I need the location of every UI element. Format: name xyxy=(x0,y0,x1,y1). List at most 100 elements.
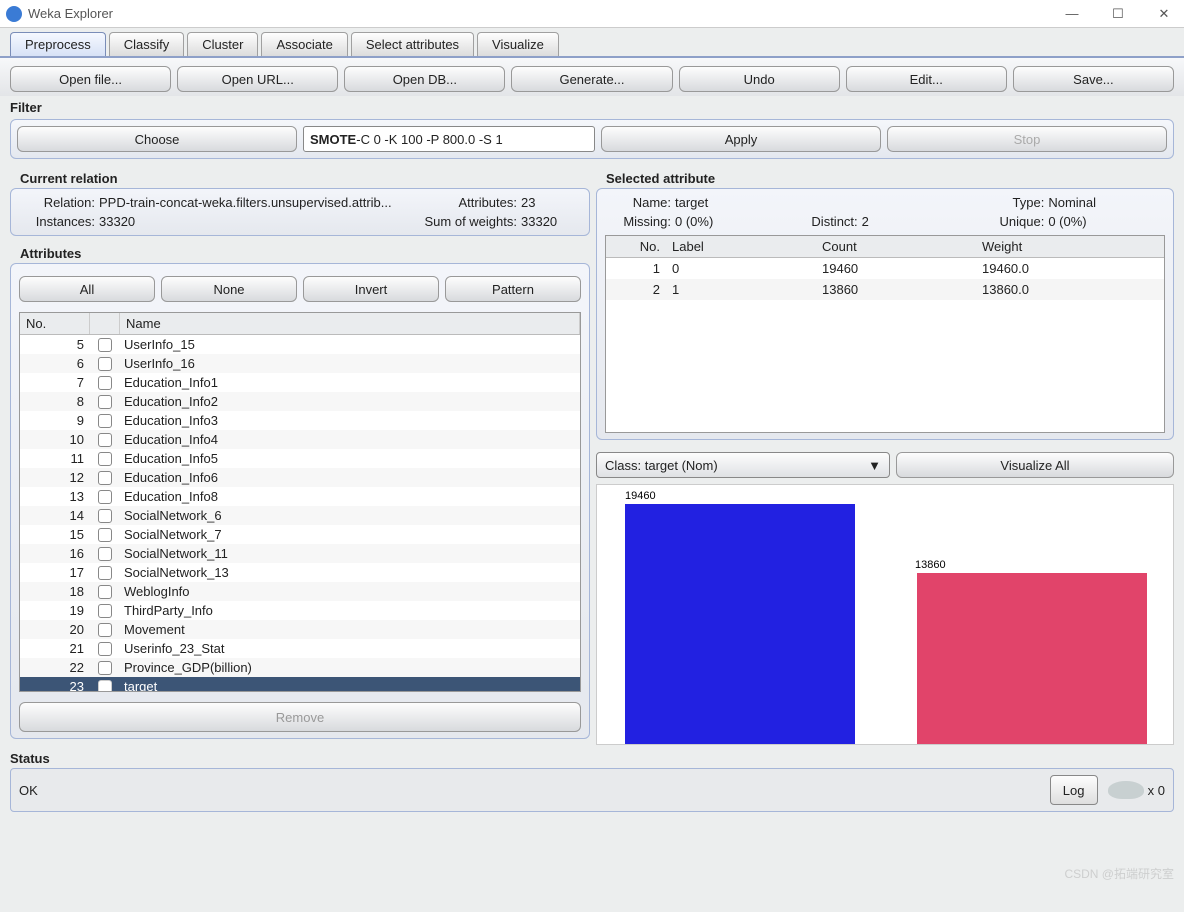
edit-button[interactable]: Edit... xyxy=(846,66,1007,92)
chevron-down-icon: ▼ xyxy=(868,458,881,473)
close-button[interactable]: ✕ xyxy=(1150,6,1178,22)
attribute-checkbox[interactable] xyxy=(90,642,120,656)
apply-filter-button[interactable]: Apply xyxy=(601,126,881,152)
stop-filter-button[interactable]: Stop xyxy=(887,126,1167,152)
select-all-button[interactable]: All xyxy=(19,276,155,302)
minimize-button[interactable]: — xyxy=(1058,6,1086,22)
attribute-checkbox[interactable] xyxy=(90,395,120,409)
maximize-button[interactable]: ☐ xyxy=(1104,6,1132,22)
attribute-row[interactable]: 6 UserInfo_16 xyxy=(20,354,580,373)
attribute-row[interactable]: 16 SocialNetwork_11 xyxy=(20,544,580,563)
tab-select-attributes[interactable]: Select attributes xyxy=(351,32,474,56)
value-row[interactable]: 211386013860.0 xyxy=(606,279,1164,300)
sa-missing-value: 0 (0%) xyxy=(675,214,792,229)
class-selector[interactable]: Class: target (Nom) ▼ xyxy=(596,452,890,478)
watermark: CSDN @拓端研究室 xyxy=(1064,865,1174,882)
tab-associate[interactable]: Associate xyxy=(261,32,347,56)
file-toolbar: Open file... Open URL... Open DB... Gene… xyxy=(0,58,1184,96)
tab-classify[interactable]: Classify xyxy=(109,32,185,56)
attribute-row[interactable]: 14 SocialNetwork_6 xyxy=(20,506,580,525)
attributes-list[interactable]: 5 UserInfo_156 UserInfo_167 Education_In… xyxy=(20,335,580,691)
attribute-checkbox[interactable] xyxy=(90,585,120,599)
value-row[interactable]: 101946019460.0 xyxy=(606,258,1164,279)
attribute-row[interactable]: 5 UserInfo_15 xyxy=(20,335,580,354)
attribute-checkbox[interactable] xyxy=(90,376,120,390)
attribute-row[interactable]: 8 Education_Info2 xyxy=(20,392,580,411)
attributes-count-label: Attributes: xyxy=(411,195,521,210)
attribute-checkbox[interactable] xyxy=(90,338,120,352)
sa-type-label: Type: xyxy=(978,195,1048,210)
attribute-row[interactable]: 11 Education_Info5 xyxy=(20,449,580,468)
attribute-row[interactable]: 23 target xyxy=(20,677,580,691)
open-url-button[interactable]: Open URL... xyxy=(177,66,338,92)
attribute-checkbox[interactable] xyxy=(90,661,120,675)
attribute-row[interactable]: 7 Education_Info1 xyxy=(20,373,580,392)
attribute-checkbox[interactable] xyxy=(90,566,120,580)
tab-visualize[interactable]: Visualize xyxy=(477,32,559,56)
attribute-row[interactable]: 13 Education_Info8 xyxy=(20,487,580,506)
attribute-row[interactable]: 15 SocialNetwork_7 xyxy=(20,525,580,544)
attribute-checkbox[interactable] xyxy=(90,547,120,561)
sa-unique-value: 0 (0%) xyxy=(1048,214,1165,229)
attribute-row[interactable]: 20 Movement xyxy=(20,620,580,639)
invert-selection-button[interactable]: Invert xyxy=(303,276,439,302)
filter-text[interactable]: SMOTE -C 0 -K 100 -P 800.0 -S 1 xyxy=(303,126,595,152)
attributes-count-value: 23 xyxy=(521,195,581,210)
status-text: OK xyxy=(19,783,38,798)
undo-button[interactable]: Undo xyxy=(679,66,840,92)
select-none-button[interactable]: None xyxy=(161,276,297,302)
remove-attribute-button[interactable]: Remove xyxy=(19,702,581,732)
attribute-checkbox[interactable] xyxy=(90,509,120,523)
attribute-row[interactable]: 18 WeblogInfo xyxy=(20,582,580,601)
filter-row: Choose SMOTE -C 0 -K 100 -P 800.0 -S 1 A… xyxy=(10,119,1174,159)
attr-header-name: Name xyxy=(120,313,580,334)
vhdr-label: Label xyxy=(666,236,816,257)
tab-preprocess[interactable]: Preprocess xyxy=(10,32,106,56)
attribute-checkbox[interactable] xyxy=(90,433,120,447)
sa-distinct-value: 2 xyxy=(862,214,979,229)
sa-name-value: target xyxy=(675,195,792,210)
visualize-all-button[interactable]: Visualize All xyxy=(896,452,1174,478)
attributes-section-label: Attributes xyxy=(10,242,590,263)
status-section-label: Status xyxy=(10,747,1174,768)
attribute-checkbox[interactable] xyxy=(90,414,120,428)
histogram-chart[interactable]: 19460 13860 xyxy=(596,484,1174,745)
attribute-row[interactable]: 17 SocialNetwork_13 xyxy=(20,563,580,582)
open-db-button[interactable]: Open DB... xyxy=(344,66,505,92)
weka-bird-icon xyxy=(1108,781,1144,799)
choose-filter-button[interactable]: Choose xyxy=(17,126,297,152)
attribute-checkbox[interactable] xyxy=(90,604,120,618)
attribute-checkbox[interactable] xyxy=(90,490,120,504)
attribute-checkbox[interactable] xyxy=(90,623,120,637)
attributes-panel: All None Invert Pattern No. Name 5 UserI… xyxy=(10,263,590,739)
relation-label: Relation: xyxy=(19,195,99,210)
attribute-checkbox[interactable] xyxy=(90,680,120,692)
tab-cluster[interactable]: Cluster xyxy=(187,32,258,56)
attribute-row[interactable]: 12 Education_Info6 xyxy=(20,468,580,487)
value-distribution-table: No. Label Count Weight 101946019460.0211… xyxy=(605,235,1165,433)
selected-attribute-panel: Name: target Type: Nominal Missing: 0 (0… xyxy=(596,188,1174,440)
generate-button[interactable]: Generate... xyxy=(511,66,672,92)
attribute-checkbox[interactable] xyxy=(90,528,120,542)
attribute-checkbox[interactable] xyxy=(90,357,120,371)
attributes-table: No. Name 5 UserInfo_156 UserInfo_167 Edu… xyxy=(19,312,581,692)
open-file-button[interactable]: Open file... xyxy=(10,66,171,92)
attribute-row[interactable]: 21 Userinfo_23_Stat xyxy=(20,639,580,658)
attribute-checkbox[interactable] xyxy=(90,452,120,466)
histogram-bar-label: 13860 xyxy=(915,559,946,571)
attribute-row[interactable]: 22 Province_GDP(billion) xyxy=(20,658,580,677)
weka-logo-icon xyxy=(6,6,22,22)
save-button[interactable]: Save... xyxy=(1013,66,1174,92)
attribute-checkbox[interactable] xyxy=(90,471,120,485)
log-button[interactable]: Log xyxy=(1050,775,1098,805)
attribute-row[interactable]: 10 Education_Info4 xyxy=(20,430,580,449)
pattern-button[interactable]: Pattern xyxy=(445,276,581,302)
status-counter: x 0 xyxy=(1148,783,1165,798)
sa-unique-label: Unique: xyxy=(978,214,1048,229)
sa-missing-label: Missing: xyxy=(605,214,675,229)
class-selector-value: Class: target (Nom) xyxy=(605,458,718,473)
histogram-bar-label: 19460 xyxy=(625,490,656,502)
attribute-row[interactable]: 19 ThirdParty_Info xyxy=(20,601,580,620)
attribute-row[interactable]: 9 Education_Info3 xyxy=(20,411,580,430)
instances-value: 33320 xyxy=(99,214,411,229)
